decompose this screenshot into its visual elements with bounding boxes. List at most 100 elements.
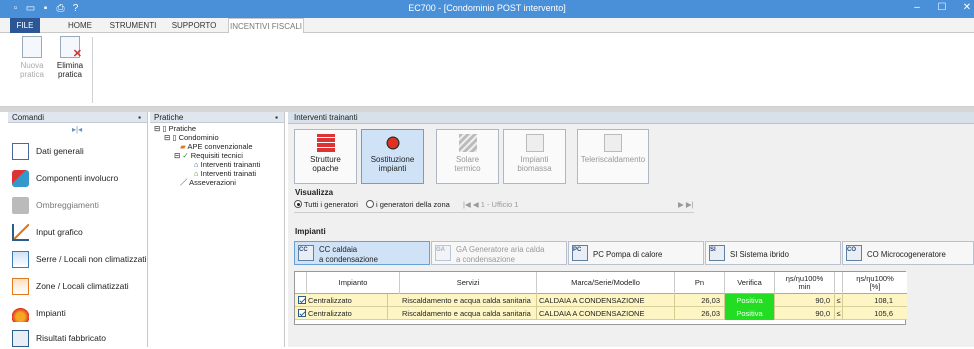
main-panel: Interventi trainanti Strutture opache So… [288,112,974,347]
biomass-icon [525,134,544,152]
row-checkbox[interactable] [298,296,306,304]
pc-icon: PC [572,245,588,261]
new-pratica-button[interactable]: Nuova pratica [18,36,46,79]
tree-node-interventi-trainanti[interactable]: ⌂ Interventi trainanti [194,161,260,169]
btn-sostituzione-impianti[interactable]: Sostituzione impianti [361,129,424,184]
next-icon[interactable]: ▶ [678,200,684,209]
tab-strumenti[interactable]: STRUMENTI [108,18,158,33]
header-servizi: Servizi [400,272,537,294]
btn-teleriscaldamento[interactable]: Teleriscaldamento [577,129,649,184]
pratiche-panel: Pratiche ▪ ⊟ ▯ Pratiche ⊟ ▯ Condominio ▰… [150,112,285,347]
district-heating-icon [604,134,622,152]
tab-incentivi-fiscali[interactable]: INCENTIVI FISCALI [228,18,304,34]
tab-home[interactable]: HOME [60,18,100,33]
pin-icon[interactable]: ▪ [275,112,278,123]
ribbon-tabs: FILE HOME STRUMENTI SUPPORTO INCENTIVI F… [0,18,974,34]
cc-icon: CC [298,245,314,261]
visualizza-label: Visualizza [295,188,334,197]
cmd-impianti[interactable]: Impianti [8,302,148,324]
tree-node-asseverazioni[interactable]: ／ Asseverazioni [180,179,236,187]
graphic-input-icon [12,224,29,241]
ribbon-panel: Nuova pratica ✕ Elimina pratica [0,33,974,107]
btn-impianti-biomassa[interactable]: Impianti biomassa [503,129,566,184]
cmd-serre-locali[interactable]: Serre / Locali non climatizzati [8,248,148,270]
house-icon: ⌂ [194,160,199,169]
solar-panel-icon [458,134,477,152]
divider [294,212,694,213]
delete-document-icon: ✕ [60,36,82,60]
zone-navigator-end: ▶ ▶| [678,200,694,209]
collapse-icon[interactable]: ▸|◂ [72,125,82,134]
new-document-icon [22,36,42,58]
components-icon [12,170,29,187]
impianti-label: Impianti [295,227,326,236]
status-badge: Positiva [725,307,775,320]
header-check [295,272,307,294]
tree-node-interventi-trainati[interactable]: ⌂ Interventi trainati [194,170,256,178]
tree-node-condominio[interactable]: ⊟ ▯ Condominio [164,134,219,142]
pen-icon: ／ [180,178,188,187]
cmd-componenti-involucro[interactable]: Componenti involucro [8,167,148,189]
comandi-header: Comandi ▪ [8,112,147,123]
prev-icon[interactable]: ◀ [473,200,479,209]
tab-si-sistema-ibrido[interactable]: SI SI Sistema ibrido [705,241,841,265]
pin-icon[interactable]: ▪ [138,112,141,123]
zone-navigator: |◀ ◀ 1 - Ufficio 1 [463,200,518,209]
header-verifica: Verifica [725,272,775,294]
impianti-table: Impianto Servizi Marca/Serie/Modello Pn … [294,271,907,325]
ga-icon: GA [435,245,451,261]
close-button[interactable]: ✕ [957,2,974,13]
header-pn: Pn [675,272,725,294]
header-pct: ηs/ηu100% [%] [856,274,894,291]
maximize-button[interactable]: ☐ [932,2,952,13]
results-icon [12,330,29,347]
flame-icon [12,305,29,322]
cmd-risultati-fabbricato[interactable]: Risultati fabbricato [8,327,148,349]
cmd-dati-generali[interactable]: Dati generali [8,140,148,162]
radio-generatori-zona[interactable]: i generatori della zona [366,200,450,209]
table-header: Impianto Servizi Marca/Serie/Modello Pn … [295,272,907,294]
table-row[interactable]: Centralizzato Riscaldamento e acqua cald… [295,307,907,320]
comandi-panel: Comandi ▪ ▸|◂ Dati generali Componenti i… [8,112,148,347]
status-badge: Positiva [725,294,775,307]
ribbon-separator [92,37,93,103]
greenhouse-icon [12,251,29,268]
pratiche-header: Pratiche ▪ [150,112,284,123]
last-icon[interactable]: ▶| [686,200,694,209]
zone-value: 1 - Ufficio 1 [480,200,519,209]
tab-supporto[interactable]: SUPPORTO [168,18,220,33]
tree-node-requisiti[interactable]: ⊟ ✓ Requisiti tecnici [174,152,243,160]
tree-node-ape[interactable]: ▰ APE convenzionale [180,143,253,151]
header-op [835,272,843,294]
header-modello: Marca/Serie/Modello [537,272,675,294]
btn-solare-termico[interactable]: Solare termico [436,129,499,184]
title-bar: ▫ ▭ ▪ ⎙ ? EC700 - [Condominio POST inter… [0,0,974,18]
check-icon: ✓ [182,151,189,160]
row-checkbox[interactable] [298,309,306,317]
cmd-ombreggiamenti[interactable]: Ombreggiamenti [8,194,148,216]
header-min: ηs/ηu100% min [775,272,835,294]
tab-pc-pompa[interactable]: PC PC Pompa di calore [568,241,704,265]
cmd-zone-locali[interactable]: Zone / Locali climatizzati [8,275,148,297]
table-row[interactable]: Centralizzato Riscaldamento e acqua cald… [295,294,907,307]
house-icon: ⌂ [194,169,199,178]
tab-file[interactable]: FILE [10,18,40,33]
first-icon[interactable]: |◀ [463,200,471,209]
si-icon: SI [709,245,725,261]
cmd-input-grafico[interactable]: Input grafico [8,221,148,243]
tree-node-pratiche[interactable]: ⊟ ▯ Pratiche [154,125,196,133]
boiler-icon [383,134,402,152]
radio-tutti-generatori[interactable]: Tutti i generatori [294,200,358,209]
delete-pratica-button[interactable]: ✕ Elimina pratica [54,36,86,79]
btn-strutture-opache[interactable]: Strutture opache [294,129,357,184]
window-title: EC700 - [Condominio POST intervento] [408,3,566,13]
wall-icon [316,134,335,152]
minimize-button[interactable]: – [907,2,927,13]
tab-co-microcogeneratore[interactable]: CO CO Microcogeneratore [842,241,974,265]
co-icon: CO [846,245,862,261]
tab-ga-generatore[interactable]: GA GA Generatore aria calda a condensazi… [431,241,567,265]
shading-icon [12,197,29,214]
tab-cc-caldaia[interactable]: CC CC caldaia a condensazione [294,241,430,265]
zones-icon [12,278,29,295]
ape-icon: ▰ [180,142,186,151]
